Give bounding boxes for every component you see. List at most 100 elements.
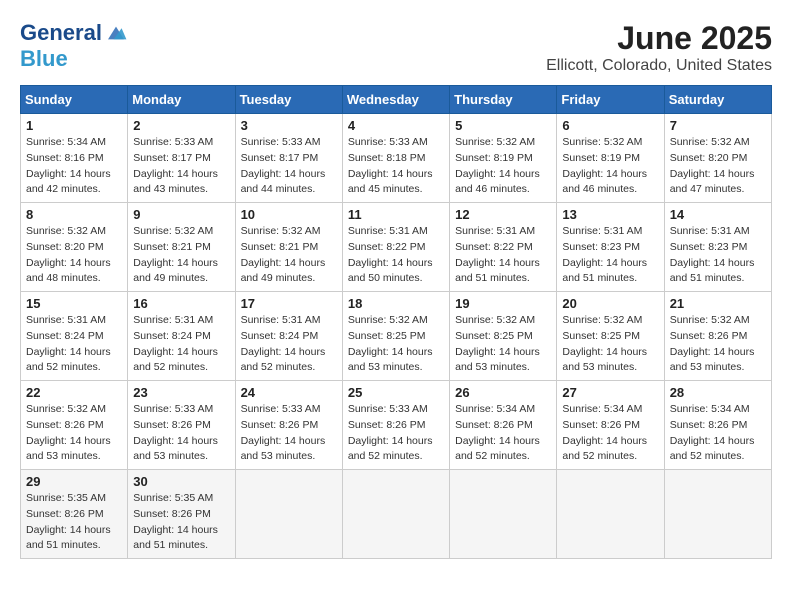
calendar-week-row: 15 Sunrise: 5:31 AMSunset: 8:24 PMDayligh…: [21, 292, 772, 381]
calendar-cell: 20 Sunrise: 5:32 AMSunset: 8:25 PMDayligh…: [557, 292, 664, 381]
day-number: 3: [241, 118, 337, 133]
day-number: 10: [241, 207, 337, 222]
page-header: General Blue June 2025 Ellicott, Colorad…: [20, 20, 772, 75]
logo-general-text: General: [20, 20, 102, 46]
main-title: June 2025: [546, 20, 772, 57]
day-number: 20: [562, 296, 658, 311]
col-wednesday: Wednesday: [342, 86, 449, 114]
calendar-cell: 9 Sunrise: 5:32 AMSunset: 8:21 PMDaylight…: [128, 203, 235, 292]
day-info: Sunrise: 5:35 AMSunset: 8:26 PMDaylight:…: [26, 491, 122, 554]
calendar-cell: 2Sunrise: 5:33 AMSunset: 8:17 PMDaylight…: [128, 114, 235, 203]
calendar-cell: 14 Sunrise: 5:31 AMSunset: 8:23 PMDayligh…: [664, 203, 771, 292]
calendar-cell: 30 Sunrise: 5:35 AMSunset: 8:26 PMDayligh…: [128, 470, 235, 559]
calendar-cell: 19Sunrise: 5:32 AMSunset: 8:25 PMDayligh…: [450, 292, 557, 381]
calendar-cell: 4 Sunrise: 5:33 AMSunset: 8:18 PMDaylight…: [342, 114, 449, 203]
day-info: Sunrise: 5:33 AMSunset: 8:17 PMDaylight:…: [133, 135, 229, 198]
calendar-cell: 12 Sunrise: 5:31 AMSunset: 8:22 PMDayligh…: [450, 203, 557, 292]
calendar-cell: 26 Sunrise: 5:34 AMSunset: 8:26 PMDayligh…: [450, 381, 557, 470]
calendar-cell: 18 Sunrise: 5:32 AMSunset: 8:25 PMDayligh…: [342, 292, 449, 381]
day-info: Sunrise: 5:31 AMSunset: 8:24 PMDaylight:…: [241, 313, 337, 376]
calendar-cell: 29Sunrise: 5:35 AMSunset: 8:26 PMDayligh…: [21, 470, 128, 559]
calendar-cell: [342, 470, 449, 559]
day-number: 30: [133, 474, 229, 489]
calendar-week-row: 8Sunrise: 5:32 AMSunset: 8:20 PMDaylight…: [21, 203, 772, 292]
calendar-cell: 6Sunrise: 5:32 AMSunset: 8:19 PMDaylight…: [557, 114, 664, 203]
col-thursday: Thursday: [450, 86, 557, 114]
day-number: 9: [133, 207, 229, 222]
day-number: 14: [670, 207, 766, 222]
day-info: Sunrise: 5:31 AMSunset: 8:22 PMDaylight:…: [455, 224, 551, 287]
col-tuesday: Tuesday: [235, 86, 342, 114]
day-number: 15: [26, 296, 122, 311]
calendar-cell: [664, 470, 771, 559]
day-info: Sunrise: 5:31 AMSunset: 8:24 PMDaylight:…: [133, 313, 229, 376]
day-info: Sunrise: 5:32 AMSunset: 8:26 PMDaylight:…: [26, 402, 122, 465]
calendar-cell: [235, 470, 342, 559]
day-info: Sunrise: 5:32 AMSunset: 8:19 PMDaylight:…: [455, 135, 551, 198]
day-number: 21: [670, 296, 766, 311]
day-number: 5: [455, 118, 551, 133]
day-number: 22: [26, 385, 122, 400]
day-info: Sunrise: 5:34 AMSunset: 8:26 PMDaylight:…: [670, 402, 766, 465]
day-info: Sunrise: 5:31 AMSunset: 8:24 PMDaylight:…: [26, 313, 122, 376]
calendar-cell: 17 Sunrise: 5:31 AMSunset: 8:24 PMDayligh…: [235, 292, 342, 381]
calendar-table: Sunday Monday Tuesday Wednesday Thursday…: [20, 85, 772, 559]
calendar-cell: 7 Sunrise: 5:32 AMSunset: 8:20 PMDaylight…: [664, 114, 771, 203]
day-number: 12: [455, 207, 551, 222]
calendar-cell: 16 Sunrise: 5:31 AMSunset: 8:24 PMDayligh…: [128, 292, 235, 381]
day-info: Sunrise: 5:32 AMSunset: 8:20 PMDaylight:…: [26, 224, 122, 287]
day-info: Sunrise: 5:34 AMSunset: 8:26 PMDaylight:…: [455, 402, 551, 465]
day-number: 13: [562, 207, 658, 222]
day-number: 16: [133, 296, 229, 311]
day-number: 4: [348, 118, 444, 133]
calendar-cell: 22 Sunrise: 5:32 AMSunset: 8:26 PMDayligh…: [21, 381, 128, 470]
calendar-cell: 10 Sunrise: 5:32 AMSunset: 8:21 PMDayligh…: [235, 203, 342, 292]
calendar-week-row: 1 Sunrise: 5:34 AMSunset: 8:16 PMDaylight…: [21, 114, 772, 203]
day-info: Sunrise: 5:32 AMSunset: 8:20 PMDaylight:…: [670, 135, 766, 198]
header-row: Sunday Monday Tuesday Wednesday Thursday…: [21, 86, 772, 114]
day-info: Sunrise: 5:31 AMSunset: 8:23 PMDaylight:…: [562, 224, 658, 287]
day-number: 27: [562, 385, 658, 400]
calendar-cell: 8Sunrise: 5:32 AMSunset: 8:20 PMDaylight…: [21, 203, 128, 292]
day-number: 7: [670, 118, 766, 133]
day-number: 18: [348, 296, 444, 311]
calendar-cell: [557, 470, 664, 559]
day-info: Sunrise: 5:32 AMSunset: 8:21 PMDaylight:…: [241, 224, 337, 287]
day-number: 25: [348, 385, 444, 400]
day-info: Sunrise: 5:32 AMSunset: 8:25 PMDaylight:…: [348, 313, 444, 376]
day-number: 1: [26, 118, 122, 133]
day-info: Sunrise: 5:31 AMSunset: 8:22 PMDaylight:…: [348, 224, 444, 287]
day-info: Sunrise: 5:32 AMSunset: 8:25 PMDaylight:…: [455, 313, 551, 376]
col-monday: Monday: [128, 86, 235, 114]
col-friday: Friday: [557, 86, 664, 114]
calendar-cell: 5 Sunrise: 5:32 AMSunset: 8:19 PMDaylight…: [450, 114, 557, 203]
day-number: 26: [455, 385, 551, 400]
title-area: June 2025 Ellicott, Colorado, United Sta…: [546, 20, 772, 75]
day-info: Sunrise: 5:35 AMSunset: 8:26 PMDaylight:…: [133, 491, 229, 554]
day-number: 23: [133, 385, 229, 400]
calendar-cell: 24Sunrise: 5:33 AMSunset: 8:26 PMDayligh…: [235, 381, 342, 470]
logo: General Blue: [20, 20, 130, 72]
day-info: Sunrise: 5:33 AMSunset: 8:26 PMDaylight:…: [348, 402, 444, 465]
calendar-cell: 21Sunrise: 5:32 AMSunset: 8:26 PMDayligh…: [664, 292, 771, 381]
day-info: Sunrise: 5:32 AMSunset: 8:25 PMDaylight:…: [562, 313, 658, 376]
day-number: 11: [348, 207, 444, 222]
day-info: Sunrise: 5:33 AMSunset: 8:18 PMDaylight:…: [348, 135, 444, 198]
calendar-cell: 15 Sunrise: 5:31 AMSunset: 8:24 PMDayligh…: [21, 292, 128, 381]
calendar-cell: 1 Sunrise: 5:34 AMSunset: 8:16 PMDaylight…: [21, 114, 128, 203]
calendar-cell: 23Sunrise: 5:33 AMSunset: 8:26 PMDayligh…: [128, 381, 235, 470]
day-number: 6: [562, 118, 658, 133]
calendar-cell: 28 Sunrise: 5:34 AMSunset: 8:26 PMDayligh…: [664, 381, 771, 470]
sub-title: Ellicott, Colorado, United States: [546, 57, 772, 75]
calendar-cell: 3Sunrise: 5:33 AMSunset: 8:17 PMDaylight…: [235, 114, 342, 203]
day-number: 28: [670, 385, 766, 400]
day-info: Sunrise: 5:32 AMSunset: 8:21 PMDaylight:…: [133, 224, 229, 287]
logo-blue-text: Blue: [20, 46, 68, 72]
day-number: 17: [241, 296, 337, 311]
calendar-cell: 13 Sunrise: 5:31 AMSunset: 8:23 PMDayligh…: [557, 203, 664, 292]
day-info: Sunrise: 5:31 AMSunset: 8:23 PMDaylight:…: [670, 224, 766, 287]
day-info: Sunrise: 5:34 AMSunset: 8:16 PMDaylight:…: [26, 135, 122, 198]
calendar-cell: 27Sunrise: 5:34 AMSunset: 8:26 PMDayligh…: [557, 381, 664, 470]
day-number: 24: [241, 385, 337, 400]
col-saturday: Saturday: [664, 86, 771, 114]
